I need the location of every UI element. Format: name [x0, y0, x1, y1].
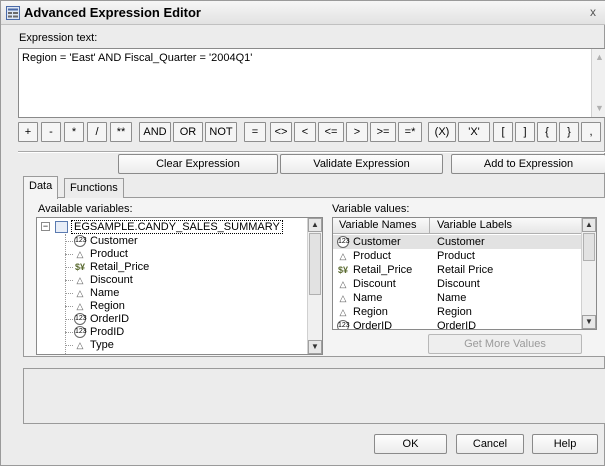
- collapse-icon[interactable]: −: [41, 222, 50, 231]
- tab-functions[interactable]: Functions: [64, 178, 124, 198]
- operator-or-button[interactable]: OR: [173, 122, 203, 142]
- close-icon[interactable]: x: [590, 5, 602, 19]
- window-title: Advanced Expression Editor: [24, 5, 201, 20]
- list-item[interactable]: 123 Customer Customer: [333, 235, 582, 249]
- scroll-up-icon[interactable]: ▲: [582, 218, 596, 232]
- character-icon: △: [76, 301, 84, 311]
- operator-minus-button[interactable]: -: [41, 122, 61, 142]
- scroll-down-icon[interactable]: ▼: [582, 315, 596, 329]
- tree-item-label: ProdID: [90, 326, 125, 338]
- tree-item-label: OrderID: [90, 313, 130, 325]
- character-icon: △: [339, 293, 347, 303]
- column-header-variable-labels[interactable]: Variable Labels: [431, 218, 582, 234]
- operator-sounds-like-button[interactable]: =*: [398, 122, 422, 142]
- operator-plus-button[interactable]: +: [18, 122, 38, 142]
- scroll-up-icon[interactable]: ▲: [595, 52, 604, 62]
- column-header-variable-names[interactable]: Variable Names: [333, 218, 430, 234]
- add-to-expression-button[interactable]: Add to Expression: [451, 154, 605, 174]
- operator-less-than-button[interactable]: <: [294, 122, 316, 142]
- available-variables-tree[interactable]: − EGSAMPLE.CANDY_SALES_SUMMARY 123 Custo…: [36, 217, 323, 355]
- character-icon: △: [339, 251, 347, 261]
- message-area: [23, 368, 605, 424]
- tree-item-label: Type: [90, 339, 114, 351]
- right-brace-button[interactable]: }: [559, 122, 579, 142]
- operator-multiply-button[interactable]: *: [64, 122, 84, 142]
- tree-item-label: Discount: [90, 274, 133, 286]
- character-icon: △: [76, 340, 84, 350]
- operator-greater-than-button[interactable]: >: [346, 122, 368, 142]
- tree-root-label: EGSAMPLE.CANDY_SALES_SUMMARY: [71, 220, 283, 234]
- operator-equals-button[interactable]: =: [244, 122, 266, 142]
- operator-not-button[interactable]: NOT: [205, 122, 237, 142]
- character-icon: △: [76, 288, 84, 298]
- tree-guide-line: [65, 234, 66, 354]
- tree-item-label: Customer: [90, 235, 138, 247]
- tree-item-label: Name: [90, 287, 120, 299]
- advanced-expression-editor-dialog: Advanced Expression Editor x Expression …: [0, 0, 605, 466]
- tab-data[interactable]: Data: [23, 176, 59, 199]
- left-brace-button[interactable]: {: [537, 122, 557, 142]
- right-bracket-button[interactable]: ]: [515, 122, 535, 142]
- operator-greater-equal-button[interactable]: >=: [370, 122, 396, 142]
- expression-text-label: Expression text:: [19, 32, 98, 44]
- clear-expression-button[interactable]: Clear Expression: [118, 154, 278, 174]
- variable-values-label: Variable values:: [332, 203, 410, 215]
- help-button[interactable]: Help: [532, 434, 598, 454]
- variable-values-list[interactable]: Variable Names Variable Labels 123 Custo…: [332, 217, 597, 330]
- list-item[interactable]: △ Region Region: [333, 305, 582, 319]
- values-scrollbar[interactable]: ▲ ▼: [581, 218, 596, 329]
- scroll-up-icon[interactable]: ▲: [308, 218, 322, 232]
- operator-less-equal-button[interactable]: <=: [318, 122, 344, 142]
- character-icon: △: [76, 275, 84, 285]
- comma-button[interactable]: ,: [581, 122, 601, 142]
- left-bracket-button[interactable]: [: [493, 122, 513, 142]
- currency-icon: $¥: [337, 265, 348, 275]
- scroll-thumb[interactable]: [583, 233, 595, 261]
- list-header: Variable Names Variable Labels: [333, 218, 582, 234]
- expression-text-area[interactable]: Region = 'East' AND Fiscal_Quarter = '20…: [18, 48, 605, 118]
- insert-function-button[interactable]: (X): [428, 122, 456, 142]
- operator-not-equal-button[interactable]: <>: [270, 122, 292, 142]
- scroll-thumb[interactable]: [309, 233, 321, 295]
- character-icon: △: [76, 249, 84, 259]
- scroll-down-icon[interactable]: ▼: [595, 103, 604, 113]
- title-bar[interactable]: Advanced Expression Editor x: [1, 1, 605, 25]
- operator-toolbar: + - * / ** AND OR NOT = <> < <= > >= =* …: [18, 122, 605, 144]
- numeric-icon: 123: [74, 235, 87, 247]
- tree-item-label: Product: [90, 248, 128, 260]
- operator-power-button[interactable]: **: [110, 122, 132, 142]
- separator: [18, 151, 605, 153]
- operator-and-button[interactable]: AND: [139, 122, 171, 142]
- insert-quoted-value-button[interactable]: 'X': [458, 122, 490, 142]
- character-icon: △: [339, 279, 347, 289]
- numeric-icon: 123: [74, 313, 87, 325]
- list-item[interactable]: 123 OrderID OrderID: [333, 319, 582, 329]
- numeric-icon: 123: [337, 236, 350, 248]
- table-icon: [55, 221, 68, 233]
- list-item[interactable]: △ Name Name: [333, 291, 582, 305]
- list-item[interactable]: △ Product Product: [333, 249, 582, 263]
- expression-scrollbar[interactable]: ▲ ▼: [591, 49, 605, 117]
- operator-divide-button[interactable]: /: [87, 122, 107, 142]
- tree-item-label: Region: [90, 300, 125, 312]
- list-item[interactable]: $¥ Retail_Price Retail Price: [333, 263, 582, 277]
- expression-editor-icon: [6, 6, 20, 20]
- numeric-icon: 123: [337, 320, 350, 329]
- available-variables-label: Available variables:: [38, 203, 133, 215]
- list-item[interactable]: △ Discount Discount: [333, 277, 582, 291]
- get-more-values-button[interactable]: Get More Values: [428, 334, 582, 354]
- tree-item-label: Retail_Price: [90, 261, 150, 273]
- tree-scrollbar[interactable]: ▲ ▼: [307, 218, 322, 354]
- ok-button[interactable]: OK: [374, 434, 447, 454]
- currency-icon: $¥: [74, 262, 85, 272]
- cancel-button[interactable]: Cancel: [456, 434, 524, 454]
- numeric-icon: 123: [74, 326, 87, 338]
- expression-value: Region = 'East' AND Fiscal_Quarter = '20…: [22, 52, 253, 64]
- character-icon: △: [339, 307, 347, 317]
- validate-expression-button[interactable]: Validate Expression: [280, 154, 443, 174]
- scroll-down-icon[interactable]: ▼: [308, 340, 322, 354]
